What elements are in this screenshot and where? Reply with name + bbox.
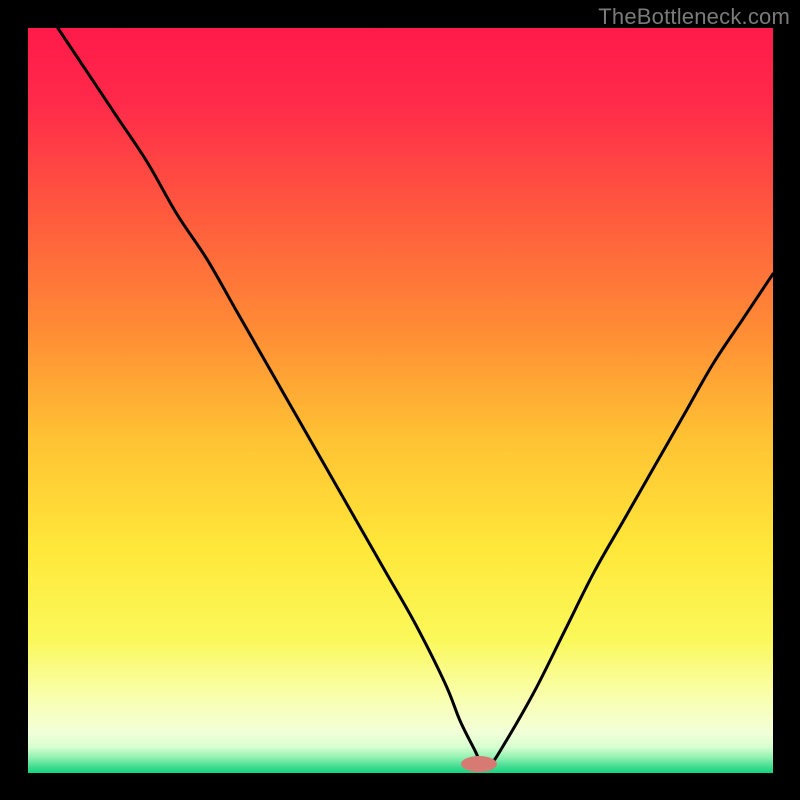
plot-area	[28, 28, 773, 773]
gradient-background	[28, 28, 773, 773]
bottleneck-chart	[28, 28, 773, 773]
attribution-label: TheBottleneck.com	[598, 4, 790, 30]
chart-frame: TheBottleneck.com	[0, 0, 800, 800]
optimum-marker	[461, 756, 497, 772]
